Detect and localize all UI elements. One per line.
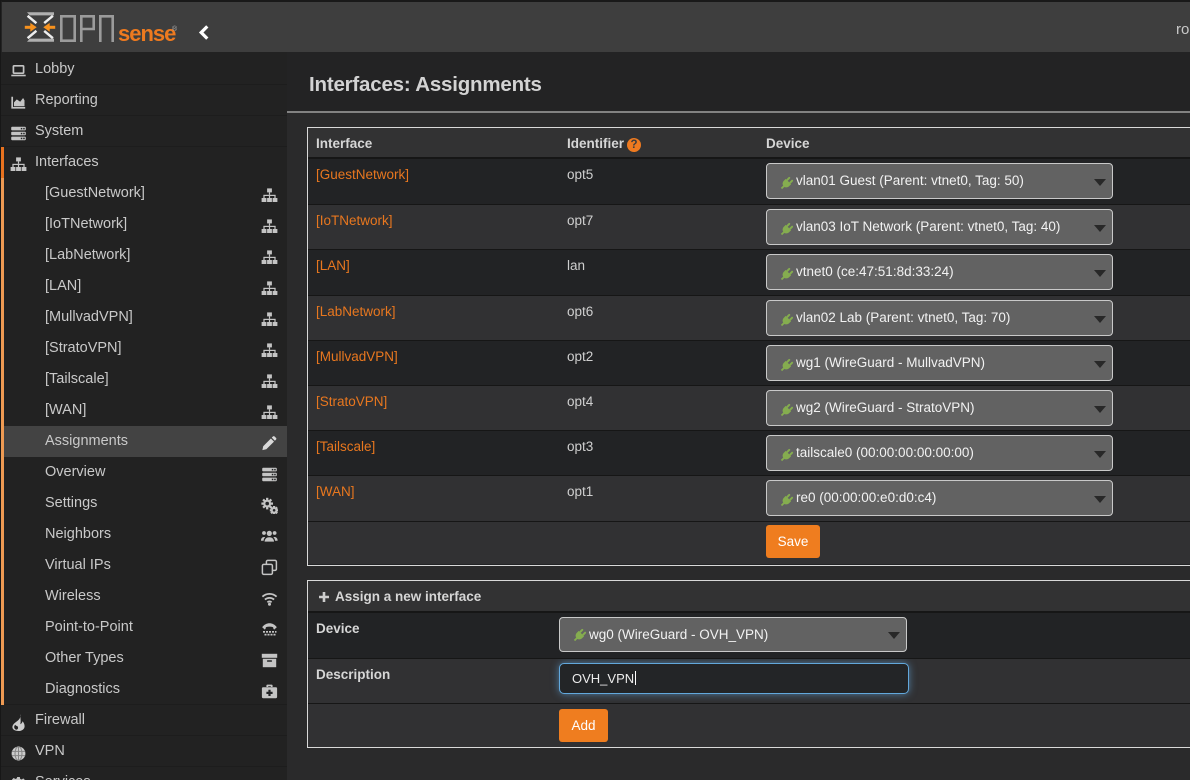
svg-text:sense: sense [118, 21, 176, 45]
svg-text:®: ® [172, 25, 178, 33]
